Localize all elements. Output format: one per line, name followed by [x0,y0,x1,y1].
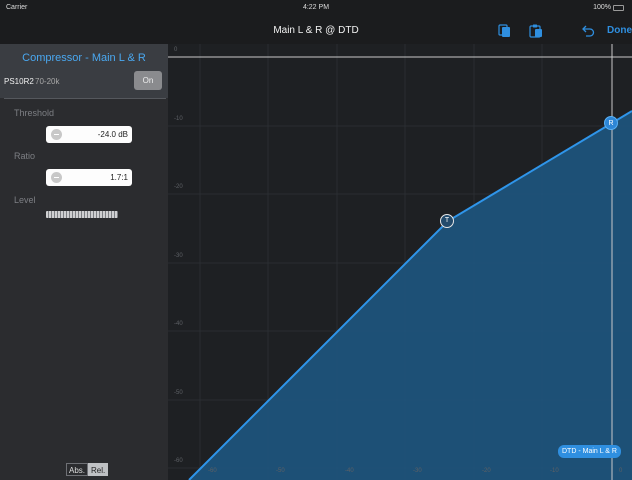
y-tick-label: -50 [174,390,183,396]
x-tick-label: -10 [550,468,559,474]
copy-icon[interactable] [496,24,512,38]
nav-bar: Main L & R @ DTD Done [0,16,632,44]
preset-name[interactable]: PS10R2 [4,77,34,86]
paste-icon[interactable] [528,24,544,38]
abs-rel-toggle[interactable]: Abs. Rel. [66,463,109,476]
threshold-label: Threshold [14,108,55,118]
output-area [189,111,632,480]
ratio-label: Ratio [14,151,36,161]
clock: 4:22 PM [302,4,330,11]
x-tick-label: -40 [345,468,354,474]
y-tick-label: -60 [174,458,183,464]
y-tick-label: -10 [174,116,183,122]
done-button[interactable]: Done [607,25,632,36]
battery-indicator: 100% [593,4,624,11]
compressor-panel: Compressor - Main L & R PS10R2 70-20k On… [0,44,168,480]
level-label: Level [14,195,36,205]
abs-segment[interactable]: Abs. [66,463,89,476]
knob-icon[interactable] [51,172,62,183]
x-tick-label: -60 [208,468,217,474]
x-tick-label: -20 [482,468,491,474]
transfer-curve[interactable] [168,44,632,480]
rel-segment[interactable]: Rel. [88,463,109,476]
level-slider[interactable] [46,211,118,218]
compressor-graph[interactable]: 0 -10 -20 -30 -40 -50 -60 -60 -50 -40 -3… [168,44,632,480]
output-tag: DTD - Main L & R [558,445,621,458]
battery-icon [613,4,624,11]
x-tick-label: 0 [619,468,623,474]
battery-percent: 100% [593,4,611,11]
ratio-handle[interactable]: R [604,116,618,130]
on-button[interactable]: On [134,71,162,90]
ratio-field[interactable]: 1.7:1 [46,169,132,186]
panel-header: Compressor - Main L & R PS10R2 70-20k On [0,44,168,98]
x-tick-label: -50 [276,468,285,474]
threshold-handle[interactable]: T [440,214,454,228]
threshold-value: -24.0 dB [97,130,128,139]
x-tick-label: -30 [413,468,422,474]
panel-title: Compressor - Main L & R [22,52,146,64]
y-tick-label: -30 [174,253,183,259]
status-bar: Carrier 4:22 PM 100% [0,0,632,16]
y-tick-label: -20 [174,184,183,190]
preset-range: 70-20k [35,77,60,86]
y-tick-label: -40 [174,321,183,327]
undo-icon[interactable] [580,24,596,38]
knob-icon[interactable] [51,129,62,140]
y-tick-label: 0 [174,47,178,53]
panel-divider [4,98,166,99]
ratio-value: 1.7:1 [110,173,128,182]
threshold-field[interactable]: -24.0 dB [46,126,132,143]
